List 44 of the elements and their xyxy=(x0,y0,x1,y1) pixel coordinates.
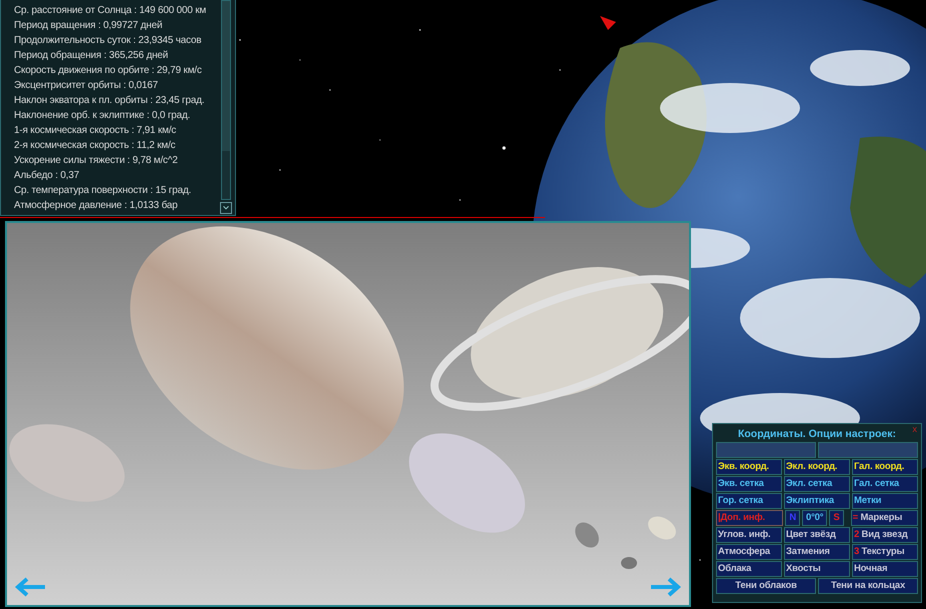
option-button[interactable]: Гор. сетка xyxy=(716,493,782,509)
option-button[interactable]: Экл. коорд. xyxy=(784,459,850,475)
info-text: 1-я космическая скорость : 7,91 км/с xyxy=(14,124,176,138)
pointer-icon xyxy=(600,16,616,30)
option-button[interactable]: Облака xyxy=(716,561,782,577)
option-button[interactable]: Атмосфера xyxy=(716,544,782,560)
info-text: Атмосферное давление : 1,0133 бар xyxy=(14,199,178,213)
option-button[interactable]: Экв. коорд. xyxy=(716,459,782,475)
option-button[interactable]: Цвет звёзд xyxy=(784,527,850,543)
option-button[interactable]: Ночная xyxy=(852,561,918,577)
info-text: Эксцентриситет орбиты : 0,0167 xyxy=(14,79,158,93)
option-button[interactable]: Эклиптика xyxy=(784,493,850,509)
option-button[interactable]: 2 Вид звезд xyxy=(852,527,918,543)
info-text: Период обращения : 365,256 дней xyxy=(14,49,168,63)
option-button[interactable]: Экв. сетка xyxy=(716,476,782,492)
option-button[interactable]: Экл. сетка xyxy=(784,476,850,492)
option-button[interactable]: Затмения xyxy=(784,544,850,560)
option-button[interactable]: Тени облаков xyxy=(716,578,816,594)
chevron-down-icon[interactable] xyxy=(220,202,232,214)
option-button[interactable]: Углов. инф. xyxy=(716,527,782,543)
info-text: Ускорение силы тяжести : 9,78 м/с^2 xyxy=(14,154,178,168)
info-text: Скорость движения по орбите : 29,79 км/с xyxy=(14,64,202,78)
left-arrow-icon[interactable] xyxy=(15,575,47,597)
option-button[interactable]: Гал. сетка xyxy=(852,476,918,492)
info-text: Ср. расстояние от Солнца : 149 600 000 км xyxy=(14,4,206,18)
option-button[interactable]: = Маркеры xyxy=(850,510,918,526)
info-text: Период вращения : 0,99727 дней xyxy=(14,19,162,33)
info-text: Ср. температура поверхности : 15 град. xyxy=(14,184,192,198)
option-button[interactable]: 0°0° xyxy=(802,510,828,526)
info-text: 2-я космическая скорость : 11,2 км/с xyxy=(14,139,176,153)
option-button[interactable]: Метки xyxy=(852,493,918,509)
info-text: Наклонение орб. к эклиптике : 0,0 град. xyxy=(14,109,190,123)
option-button[interactable]: Хвосты xyxy=(784,561,850,577)
info-text: Продолжительность суток : 23,9345 часов xyxy=(14,34,202,48)
info-text: Наклон экватора к пл. орбиты : 23,45 град. xyxy=(14,94,204,108)
scrollbar[interactable] xyxy=(221,0,231,200)
input-field[interactable] xyxy=(716,442,816,458)
panel-title: Координаты. Опции настроек: xyxy=(736,427,897,442)
input-field[interactable] xyxy=(818,442,918,458)
option-button[interactable]: Гал. коорд. xyxy=(852,459,918,475)
info-text: Альбедо : 0,37 xyxy=(14,169,80,183)
option-button[interactable]: Тени на кольцах xyxy=(818,578,918,594)
option-button[interactable]: 3 Текстуры xyxy=(852,544,918,560)
right-arrow-icon[interactable] xyxy=(649,575,681,597)
